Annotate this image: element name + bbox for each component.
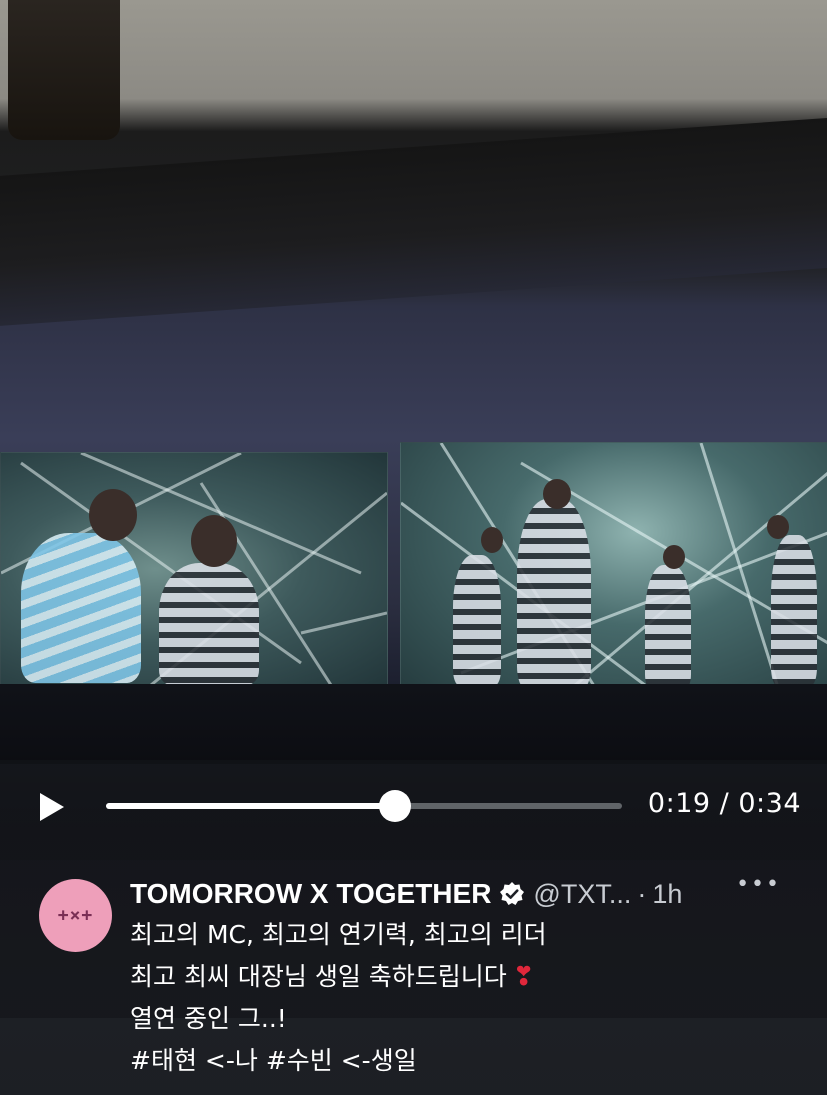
stage-floor bbox=[0, 684, 827, 764]
tweet-card[interactable]: +×+ TOMORROW X TOGETHER @TXT... · 1h •••… bbox=[0, 860, 827, 1095]
hashtag-link[interactable]: #태현 bbox=[130, 1046, 197, 1075]
play-button[interactable] bbox=[36, 790, 68, 824]
hashtag-note: <-생일 bbox=[332, 1046, 417, 1075]
verified-badge-icon bbox=[499, 881, 525, 907]
duration: 0:34 bbox=[738, 788, 801, 819]
tweet-line-with-emoji: 최고 최씨 대장님 생일 축하드립니다 ❣ bbox=[130, 956, 810, 998]
player-controls: 0:19 / 0:34 bbox=[0, 760, 827, 860]
tweet-line: 최고의 MC, 최고의 연기력, 최고의 리더 bbox=[130, 920, 547, 949]
avatar-logo: +×+ bbox=[57, 905, 94, 926]
avatar[interactable]: +×+ bbox=[39, 879, 112, 952]
ceiling-beam bbox=[0, 118, 827, 326]
hashtag-note: <-나 bbox=[196, 1046, 266, 1075]
current-time: 0:19 bbox=[647, 788, 711, 819]
seek-bar[interactable] bbox=[106, 790, 622, 822]
separator-dot: · bbox=[637, 878, 647, 909]
author-handle[interactable]: @TXT... bbox=[533, 879, 631, 910]
performer-head bbox=[543, 479, 571, 509]
performer-head bbox=[89, 489, 137, 541]
performer-figure bbox=[159, 563, 259, 685]
tweet-text: 최고의 MC, 최고의 연기력, 최고의 리더 최고 최씨 대장님 생일 축하드… bbox=[130, 914, 810, 1082]
author-name[interactable]: TOMORROW X TOGETHER bbox=[130, 878, 491, 910]
play-icon bbox=[40, 793, 64, 821]
timestamp[interactable]: 1h bbox=[652, 879, 682, 910]
time-separator: / bbox=[719, 788, 730, 819]
performer-head bbox=[663, 545, 685, 569]
tweet-line: 최고 최씨 대장님 생일 축하드립니다 bbox=[130, 962, 507, 991]
seek-bar-progress bbox=[106, 803, 395, 809]
performer-figure bbox=[771, 535, 817, 685]
time-display: 0:19 / 0:34 bbox=[648, 788, 801, 819]
performer-head bbox=[481, 527, 503, 553]
heart-exclamation-icon: ❣ bbox=[512, 962, 535, 992]
hashtag-link[interactable]: #수빈 bbox=[266, 1046, 333, 1075]
stage-screen-right bbox=[400, 442, 827, 698]
ceiling-fixture bbox=[8, 0, 120, 140]
performer-figure bbox=[453, 555, 501, 685]
performer-figure bbox=[645, 565, 691, 689]
performer-head bbox=[767, 515, 789, 539]
more-options-icon[interactable]: ••• bbox=[736, 872, 781, 897]
performer-figure bbox=[21, 533, 141, 683]
tweet-line: 열연 중인 그..! bbox=[130, 1004, 287, 1033]
performer-figure bbox=[517, 499, 591, 689]
hashtag-line: #태현 <-나 #수빈 <-생일 bbox=[130, 1040, 810, 1082]
stage-screen-left bbox=[0, 452, 388, 686]
performer-head bbox=[191, 515, 237, 567]
tweet-header: TOMORROW X TOGETHER @TXT... · 1h bbox=[130, 874, 810, 914]
seek-bar-thumb[interactable] bbox=[378, 790, 411, 822]
